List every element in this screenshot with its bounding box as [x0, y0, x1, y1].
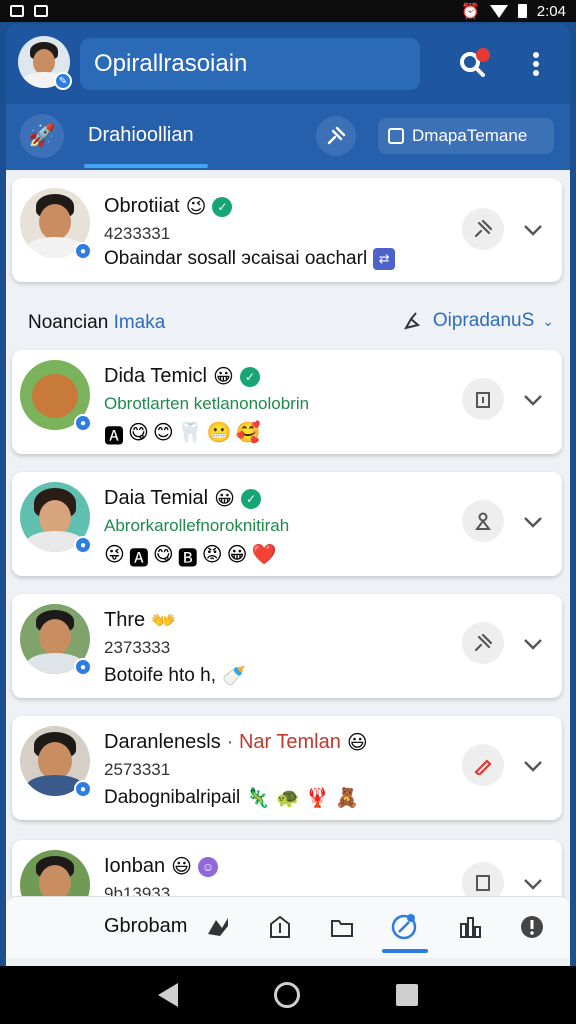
list-item[interactable]: ● Daia Temial 😀 ✓ Abrorkarollefnorokniti…	[12, 472, 562, 576]
verified-icon: ✓	[212, 196, 233, 217]
status-bar: ⏰ 2:04	[0, 0, 576, 22]
edit-badge-icon: ✎	[54, 72, 72, 90]
section-header: Noancian Imaka OipradanuS ⌄	[6, 308, 570, 348]
contact-name: Thre	[104, 609, 146, 631]
bottle-icon: 🍼	[221, 666, 246, 687]
verified-icon: ✓	[240, 488, 261, 509]
status-badge-icon: ●	[74, 658, 92, 676]
emoji-icon: 😀	[213, 366, 234, 388]
home-icon[interactable]	[274, 982, 300, 1008]
tab-filter-pill[interactable]: DmapaTemane	[378, 118, 554, 154]
battery-icon	[517, 4, 527, 18]
avatar: ●	[20, 726, 92, 798]
list-item[interactable]: ● Daranlenesls · Nar Temlan 😃 2573331 Da…	[12, 716, 562, 820]
pen-icon	[403, 312, 420, 330]
verified-icon: ☺	[198, 856, 219, 877]
edit-pen-icon[interactable]	[462, 744, 504, 786]
emoji-icon: 😃	[346, 732, 368, 754]
person-icon[interactable]	[462, 500, 504, 542]
rocket-icon[interactable]: 🚀	[20, 114, 64, 158]
emoji-icon: 😃	[171, 856, 193, 878]
tab-indicator	[84, 164, 208, 168]
chevron-icon[interactable]	[518, 628, 548, 658]
status-badge-icon: ●	[74, 536, 92, 554]
contact-name: Obrotiiat	[104, 195, 180, 217]
contact-name: Daia Temial	[104, 487, 209, 509]
contact-name-accent: · Nar Temlan	[226, 731, 341, 753]
pin-icon[interactable]	[462, 622, 504, 664]
bottom-bar: Gbrobam	[6, 896, 570, 958]
folder-icon[interactable]	[324, 909, 360, 945]
wifi-icon	[489, 4, 508, 18]
chevron-icon[interactable]	[518, 214, 548, 244]
message-preview: Dabognibalripail	[104, 787, 241, 808]
pin-icon[interactable]	[316, 116, 356, 156]
chevron-icon[interactable]	[518, 384, 548, 414]
alarm-icon: ⏰	[461, 3, 480, 20]
status-badge-icon: ●	[74, 780, 92, 798]
info-alert-icon[interactable]	[514, 909, 550, 945]
profile-avatar[interactable]: ✎	[18, 36, 72, 90]
status-badge-icon: ●	[74, 414, 92, 432]
contact-sub: Obrotlarten ketlanonolobrin	[104, 394, 310, 413]
active-tab-indicator	[382, 949, 428, 953]
contact-name: Daranlenesls	[104, 731, 221, 753]
app-title: Opirallrasoiain	[80, 38, 420, 90]
emoji-icon: 👐	[151, 610, 177, 632]
image-icon	[34, 5, 48, 17]
pin-icon[interactable]	[462, 208, 504, 250]
share-icon: ⇄	[373, 248, 396, 270]
message-preview: Obaindar sosall эcaisai oacharl	[104, 248, 368, 269]
message-preview: Botoife hto h,	[104, 665, 216, 686]
calendar-icon	[388, 128, 404, 144]
avatar: ●	[20, 188, 92, 260]
contact-name: Ionban	[104, 855, 166, 877]
list-item[interactable]: ● Thre 👐 2373333 Botoife hto h, 🍼	[12, 594, 562, 698]
sort-dropdown[interactable]: OipradanuS ⌄	[403, 310, 554, 332]
notification-icon	[10, 5, 24, 17]
bottom-bar-label: Gbrobam	[104, 915, 188, 937]
upload-icon[interactable]	[262, 909, 298, 945]
system-nav-bar	[0, 966, 576, 1024]
tab-active[interactable]: Drahioollian	[88, 124, 194, 147]
chevron-icon[interactable]	[518, 868, 548, 898]
sort-label: OipradanuS	[432, 310, 535, 331]
section-title: Noancian Imaka	[28, 312, 166, 333]
contact-sub: 2573331	[104, 760, 171, 779]
tab-pill-label: DmapaTemane	[412, 126, 528, 145]
verified-icon: ✓	[239, 366, 260, 387]
back-icon[interactable]	[158, 983, 178, 1007]
emoji-icon: 😉	[185, 196, 207, 218]
contact-sub: 4233331	[104, 224, 171, 243]
chart-building-icon[interactable]	[452, 909, 488, 945]
avatar: ●	[20, 360, 92, 432]
app-header: ✎ Opirallrasoiain	[6, 24, 570, 104]
contact-sub: Abrorkarollefnoroknitirah	[104, 516, 290, 535]
compass-icon[interactable]	[386, 909, 422, 945]
reaction-row: 😜 🅰 😋 🅱 😡 😀 ❤️	[104, 544, 277, 570]
chevron-down-icon: ⌄	[542, 312, 554, 329]
notification-dot	[476, 48, 490, 62]
chevron-icon[interactable]	[518, 750, 548, 780]
clock: 2:04	[536, 2, 566, 20]
recent-apps-icon[interactable]	[396, 984, 418, 1006]
puzzle-icon[interactable]	[200, 909, 236, 945]
tab-row: 🚀 Drahioollian DmapaTemane	[6, 104, 570, 170]
search-icon[interactable]	[452, 44, 492, 84]
emoji-icon: 😀	[214, 488, 235, 510]
chevron-icon[interactable]	[518, 506, 548, 536]
contact-name: Dida Temicl	[104, 365, 207, 387]
list-item[interactable]: ● Obrotiiat 😉 ✓ 4233331 Obaindar sosall …	[12, 178, 562, 282]
reaction-row: 🅰 😋 😊 🦷 😬 🥰	[104, 422, 261, 448]
avatar: ●	[20, 604, 92, 676]
avatar: ●	[20, 482, 92, 554]
chat-list: ● Obrotiiat 😉 ✓ 4233331 Obaindar sosall …	[6, 170, 570, 966]
contact-sub: 2373333	[104, 638, 171, 657]
more-vertical-icon[interactable]	[516, 44, 556, 84]
status-badge-icon: ●	[74, 242, 92, 260]
building-icon[interactable]	[462, 378, 504, 420]
list-item[interactable]: ● Dida Temicl 😀 ✓ Obrotlarten ketlanonol…	[12, 350, 562, 454]
